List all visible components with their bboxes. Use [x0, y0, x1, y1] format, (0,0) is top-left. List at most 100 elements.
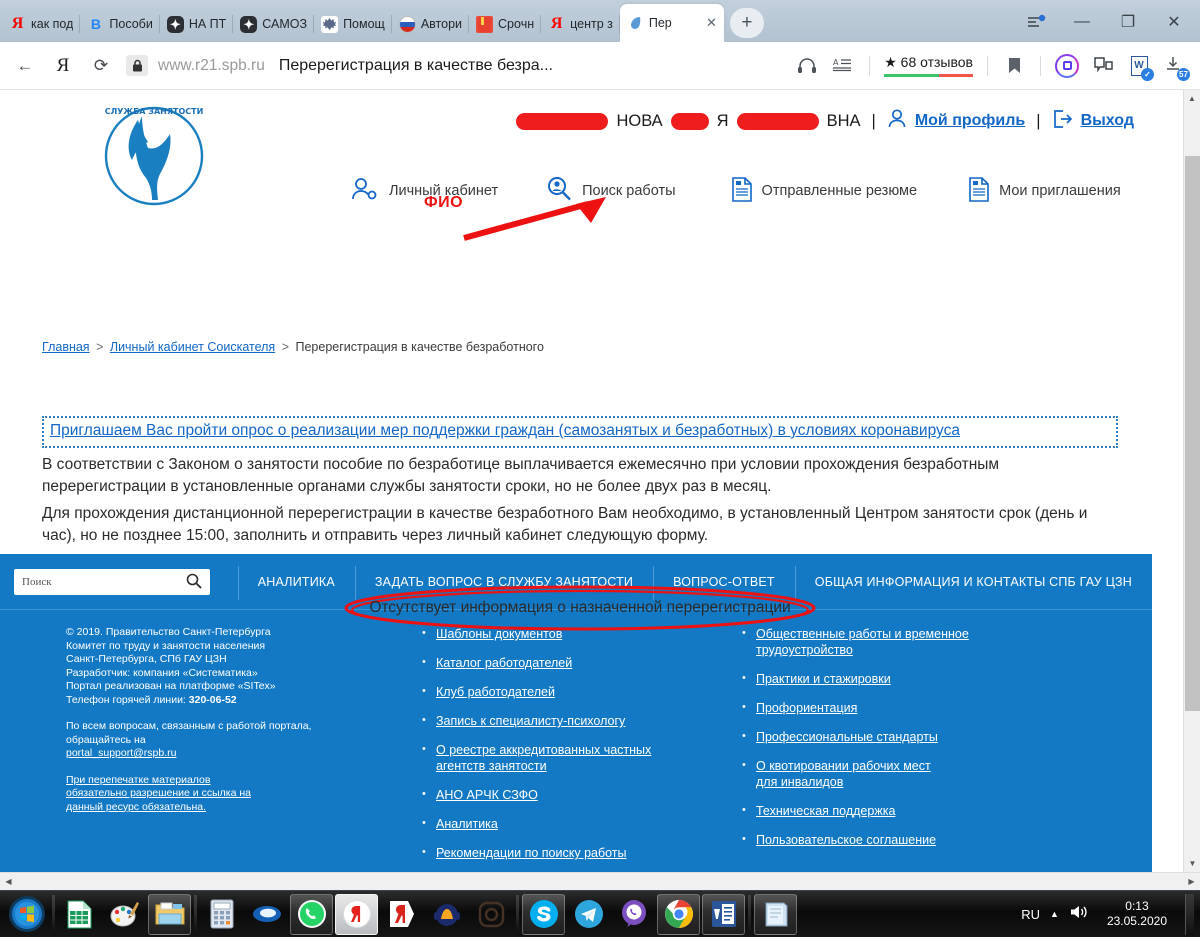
collections-icon[interactable]	[1086, 49, 1120, 83]
breadcrumb-item-account[interactable]: Личный кабинет Соискателя	[110, 340, 275, 354]
telegram-icon[interactable]	[567, 894, 610, 935]
nav-sent-resumes[interactable]: Отправленные резюме	[731, 176, 918, 206]
site-reviews-button[interactable]: ★ 68 отзывов	[879, 54, 978, 77]
browser-tab[interactable]: Я центр з	[541, 6, 620, 42]
bookmark-icon[interactable]	[997, 49, 1031, 83]
instagram-icon[interactable]	[470, 894, 513, 935]
scroll-right-arrow-icon[interactable]: ▶	[1183, 877, 1200, 886]
footer-link[interactable]: Пользовательское соглашение	[756, 833, 936, 847]
audacity-icon[interactable]	[425, 894, 468, 935]
redacted-firstname	[670, 112, 709, 130]
yandex-icon: Я	[11, 15, 24, 32]
browser-tab[interactable]: ✦ НА ПТ	[160, 6, 234, 42]
footer-nav-analytics[interactable]: АНАЛИТИКА	[237, 565, 355, 600]
new-tab-button[interactable]: +	[729, 8, 764, 38]
horizontal-scrollbar-thumb[interactable]	[17, 873, 1183, 890]
chrome-icon[interactable]	[657, 893, 700, 935]
vertical-scrollbar[interactable]: ▲ ▼	[1183, 90, 1200, 872]
footer-link[interactable]: О реестре аккредитованных частных агентс…	[436, 743, 651, 773]
logout-icon	[1052, 109, 1073, 134]
paragraph-law: В соответствии с Законом о занятости пос…	[42, 456, 1000, 495]
explorer-icon[interactable]	[148, 893, 191, 935]
browser-tab[interactable]: Помощ	[314, 6, 392, 42]
logout-link[interactable]: Выход	[1081, 112, 1134, 130]
browser-tab-active[interactable]: Пер ✕	[619, 4, 724, 42]
maximize-button[interactable]: ❐	[1106, 6, 1150, 38]
clock[interactable]: 0:13 23.05.2020	[1099, 899, 1175, 929]
footer-search[interactable]	[14, 568, 210, 595]
footer-link[interactable]: Техническая поддержка	[756, 804, 895, 818]
reader-mode-icon[interactable]: A	[826, 49, 860, 83]
excel-icon[interactable]	[58, 894, 101, 935]
url-host[interactable]: www.r21.spb.ru	[158, 57, 265, 75]
yandex-home-icon[interactable]: Я	[46, 49, 80, 83]
word-download-icon[interactable]: W ✓	[1122, 49, 1156, 83]
browser-tab[interactable]: Срочн	[469, 6, 542, 42]
minimize-button[interactable]: —	[1060, 6, 1104, 38]
viber-icon[interactable]	[612, 894, 655, 935]
show-desktop-button[interactable]	[1185, 893, 1194, 935]
footer-link[interactable]: О квотировании рабочих мест для инвалидо…	[756, 759, 931, 789]
list-item: Запись к специалисту-психологу	[420, 712, 740, 729]
show-hidden-icons-button[interactable]: ▲	[1050, 909, 1059, 919]
volume-icon[interactable]	[1069, 903, 1089, 926]
vertical-scrollbar-thumb[interactable]	[1185, 156, 1200, 711]
footer-nav-general-info[interactable]: ОБЩАЯ ИНФОРМАЦИЯ И КОНТАКТЫ СПБ ГАУ ЦЗН	[794, 565, 1152, 600]
scroll-left-arrow-icon[interactable]: ◀	[0, 877, 17, 886]
close-button[interactable]: ✕	[1152, 6, 1196, 38]
footer-link[interactable]: Клуб работодателей	[436, 685, 555, 699]
reprint-notice-link[interactable]: При перепечатке материалов обязательно р…	[66, 774, 251, 813]
committee-line: Комитет по труду и занятости населения	[66, 639, 266, 652]
list-item: Аналитика	[420, 815, 740, 832]
footer-link[interactable]: Запись к специалисту-психологу	[436, 714, 625, 728]
footer-link[interactable]: Профессиональные стандарты	[756, 730, 938, 744]
calculator-icon[interactable]	[200, 894, 243, 935]
url-page-title[interactable]: Перерегистрация в качестве безра...	[279, 57, 553, 75]
nav-my-invitations[interactable]: Мои приглашения	[969, 176, 1121, 206]
paint-icon[interactable]	[103, 894, 146, 935]
footer-link[interactable]: Каталог работодателей	[436, 656, 572, 670]
notepad-icon[interactable]	[754, 893, 797, 935]
toolbar-divider	[869, 55, 871, 76]
scroll-up-arrow-icon[interactable]: ▲	[1184, 90, 1200, 107]
profile-link[interactable]: Мой профиль	[915, 112, 1025, 130]
reload-icon[interactable]: ⟳	[84, 49, 118, 83]
breadcrumb-separator: >	[96, 340, 104, 354]
browser-tab[interactable]: B Пособи	[80, 6, 161, 42]
support-email-link[interactable]: portal_support@rspb.ru	[66, 747, 176, 759]
footer-link[interactable]: Практики и стажировки	[756, 672, 891, 686]
browser-blue-icon[interactable]	[245, 894, 288, 935]
support-line-2: обращайтесь на	[66, 733, 146, 746]
browser-tab[interactable]: ✦ САМОЗ	[233, 6, 314, 42]
word-icon[interactable]	[702, 893, 745, 935]
footer-link[interactable]: Аналитика	[436, 817, 498, 831]
search-icon[interactable]	[186, 573, 204, 591]
downloads-icon[interactable]: 57	[1158, 49, 1192, 83]
tab-title: Пособи	[109, 17, 153, 31]
back-arrow-icon[interactable]: ←	[8, 49, 42, 83]
survey-link[interactable]: Приглашаем Вас пройти опрос о реализации…	[50, 422, 960, 439]
hotline-label: Телефон горячей линии:	[66, 693, 189, 706]
headphones-icon[interactable]	[790, 49, 824, 83]
browser-tab[interactable]: Я как под	[2, 6, 81, 42]
yandex-red-icon[interactable]	[380, 894, 423, 935]
close-icon[interactable]: ✕	[704, 15, 717, 31]
horizontal-scrollbar[interactable]: ◀ ▶	[0, 872, 1200, 890]
footer-link[interactable]: Профориентация	[756, 701, 857, 715]
breadcrumb-item-home[interactable]: Главная	[42, 340, 90, 354]
whatsapp-icon[interactable]	[290, 893, 333, 935]
nav-label: Отправленные резюме	[761, 183, 918, 199]
scroll-down-arrow-icon[interactable]: ▼	[1184, 855, 1200, 872]
sync-icon[interactable]	[1014, 6, 1058, 38]
search-input[interactable]	[14, 568, 210, 595]
language-indicator[interactable]: RU	[1021, 907, 1040, 922]
footer-link[interactable]: АНО АРЧК СЗФО	[436, 788, 538, 802]
skype-icon[interactable]	[522, 893, 565, 935]
windows-start-icon[interactable]	[4, 894, 50, 934]
user-firstname-visible: Я	[716, 111, 729, 130]
yandex-browser-icon[interactable]	[335, 893, 378, 935]
footer-link[interactable]: Рекомендации по поиску работы	[436, 846, 627, 860]
browser-tab[interactable]: Автори	[392, 6, 470, 42]
lock-icon[interactable]	[126, 55, 148, 76]
alice-icon[interactable]	[1050, 49, 1084, 83]
